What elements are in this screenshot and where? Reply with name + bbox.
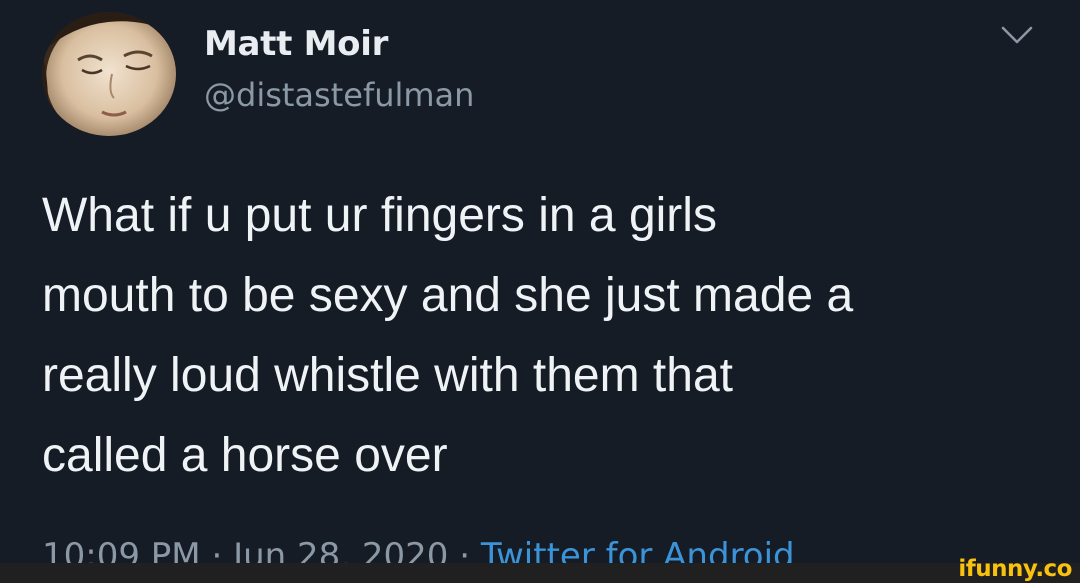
avatar-image: [42, 12, 176, 136]
avatar[interactable]: [42, 12, 176, 136]
ifunny-watermark: ifunny.co: [958, 556, 1072, 582]
author-handle[interactable]: @distastefulman: [204, 76, 474, 114]
watermark-bar: [0, 563, 1080, 583]
author-name[interactable]: Matt Moir: [204, 24, 388, 64]
tweet-screenshot: Matt Moir @distastefulman What if u put …: [0, 0, 1080, 583]
tweet-text: What if u put ur fingers in a girls mout…: [42, 189, 854, 482]
chevron-down-icon[interactable]: [1000, 24, 1034, 48]
